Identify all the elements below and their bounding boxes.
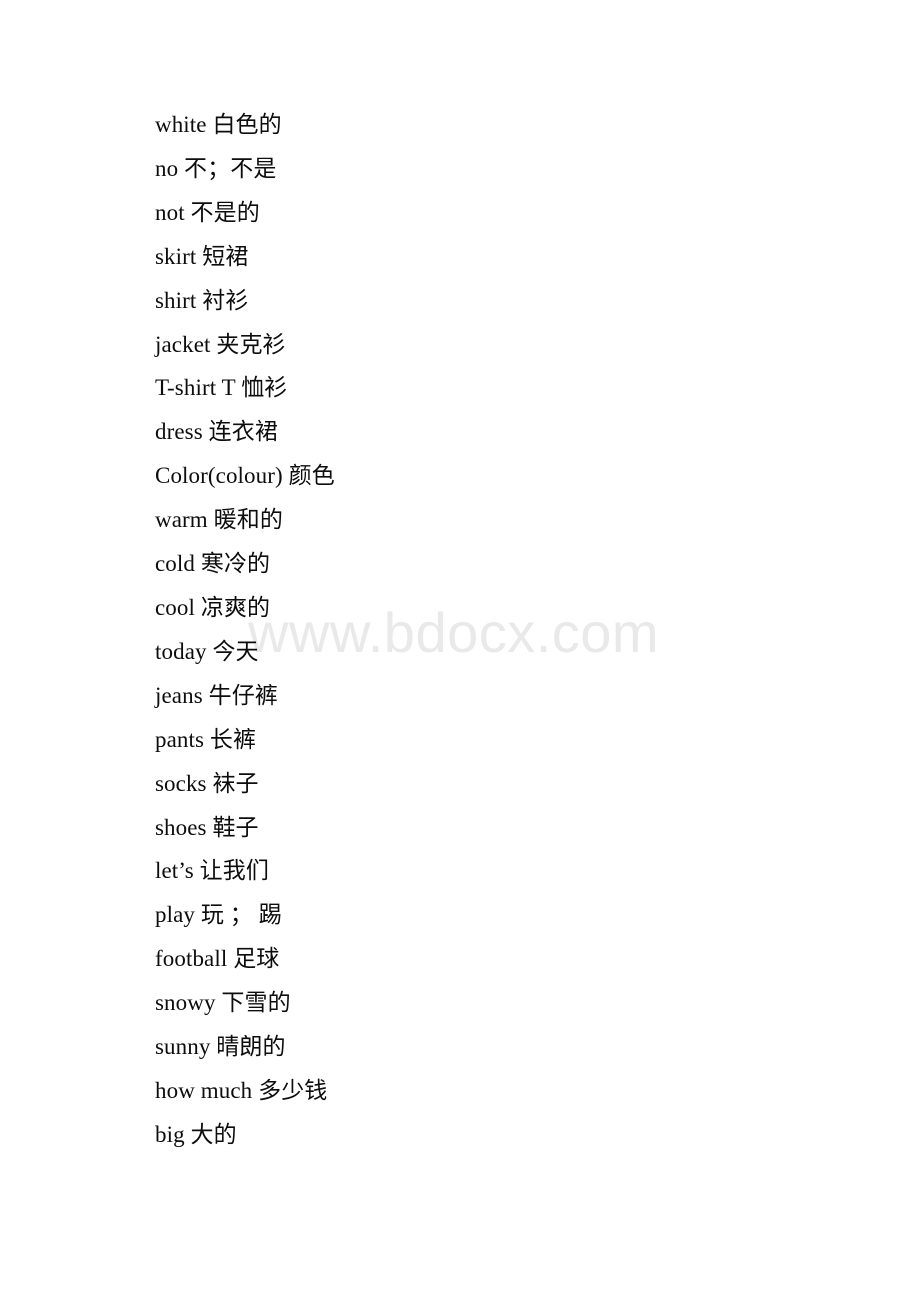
vocabulary-entry: not 不是的 (155, 199, 260, 225)
vocabulary-entry: shirt 衬衫 (155, 287, 249, 313)
vocabulary-entry: today 今天 (155, 638, 259, 664)
vocabulary-entry: T-shirt T 恤衫 (155, 375, 288, 401)
vocabulary-entry: cold 寒冷的 (155, 551, 271, 577)
vocabulary-entry: play 玩 ； 踢 (155, 902, 282, 928)
vocabulary-entry: warm 暖和的 (155, 507, 283, 533)
vocabulary-entry: no 不；不是 (155, 155, 277, 181)
vocabulary-entry: socks 袜子 (155, 770, 259, 796)
vocabulary-entry: cool 凉爽的 (155, 594, 271, 620)
document-page: www.bdocx.com white 白色的 no 不；不是 not 不是的 ski… (0, 0, 920, 1302)
vocabulary-entry: how much 多少钱 (155, 1077, 328, 1103)
vocabulary-entry: jacket 夹克衫 (155, 331, 286, 357)
vocabulary-entry: dress 连衣裙 (155, 419, 278, 445)
vocabulary-entry: football 足球 (155, 946, 280, 972)
vocabulary-entry: snowy 下雪的 (155, 990, 291, 1016)
vocabulary-list: white 白色的 no 不；不是 not 不是的 skirt 短裙 shirt 衬衫 j… (155, 103, 880, 1157)
vocabulary-entry: shoes 鞋子 (155, 814, 259, 840)
vocabulary-entry: pants 长裤 (155, 726, 257, 752)
vocabulary-entry: skirt 短裙 (155, 243, 249, 269)
vocabulary-entry: white 白色的 (155, 112, 282, 137)
vocabulary-entry: big 大的 (155, 1121, 237, 1147)
vocabulary-entry: Color(colour) 颜色 (155, 463, 335, 489)
vocabulary-entry: let’s 让我们 (155, 858, 269, 884)
vocabulary-entry: jeans 牛仔裤 (155, 682, 278, 708)
vocabulary-entry: sunny 晴朗的 (155, 1034, 286, 1060)
